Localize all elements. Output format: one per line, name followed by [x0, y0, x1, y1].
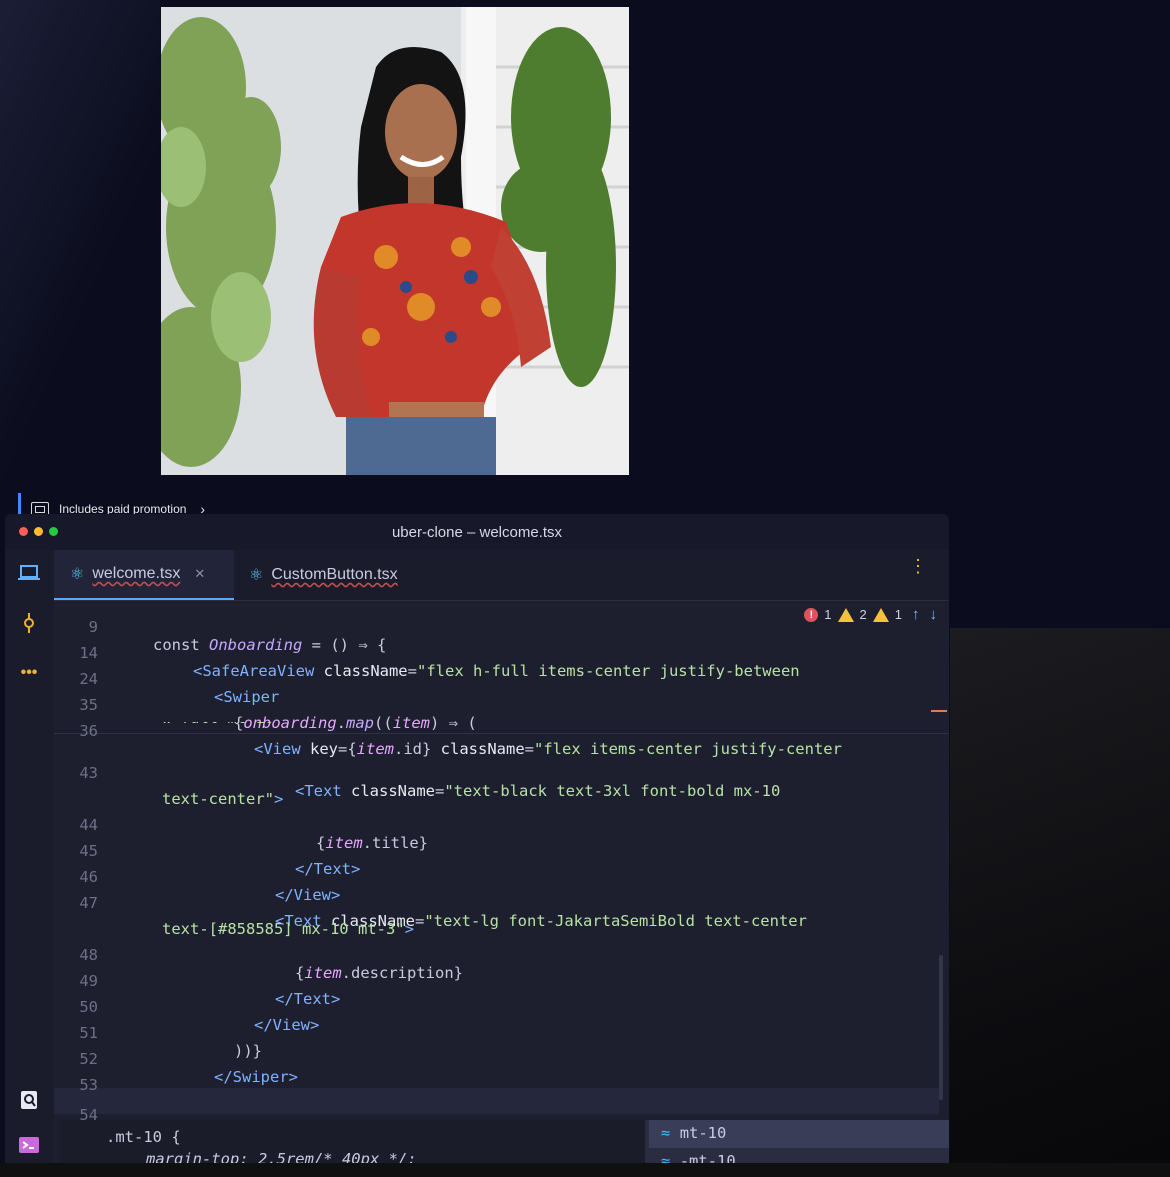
code-line: 47 <Text className="text-lg font-Jakarta… [54, 876, 949, 930]
code-line-partial: w-full mt-10"> [54, 722, 949, 734]
tool-window-bar: ••• [5, 550, 54, 1164]
commit-icon[interactable] [17, 613, 41, 635]
code-line: 44 {item.title} [54, 798, 949, 852]
window-title: uber-clone – welcome.tsx [391, 523, 563, 541]
tab-welcome[interactable]: ⚛ welcome.tsx ✕ [54, 550, 234, 600]
autocomplete-item[interactable]: ≈ mt-10 [661, 1124, 726, 1142]
code-line: 35 {onboarding.map((item) ⇒ ( [54, 678, 949, 732]
code-line: text-[#858585] mx-10 mt-3"> [54, 902, 949, 938]
code-line: 50 </View> [54, 980, 949, 1034]
title-bar: uber-clone – welcome.tsx [5, 514, 949, 550]
css-rule: margin-top: 2.5rem/* 40px */; [146, 1150, 417, 1164]
window-controls [19, 527, 58, 536]
code-line: 52 </Swiper> [54, 1032, 949, 1086]
maximize-window-button[interactable] [49, 527, 58, 536]
editor-tabs: ⚛ welcome.tsx ✕ ⚛ CustomButton.tsx ⋮ [54, 550, 949, 601]
code-line: 45 </Text> [54, 824, 949, 878]
presenter-photo [161, 7, 629, 475]
background-blur [950, 628, 1170, 1163]
code-text: w-full mt-10"> [162, 722, 293, 727]
code-line: 43 <Text className="text-black text-3xl … [54, 746, 949, 800]
close-window-button[interactable] [19, 527, 28, 536]
code-line: 46 </View> [54, 850, 949, 904]
css-documentation-popup: .mt-10 { margin-top: 2.5rem/* 40px */; [60, 1120, 645, 1164]
tailwind-icon: ≈ [661, 1124, 671, 1142]
more-actions-icon[interactable]: ⋮ [909, 557, 927, 575]
css-selector: .mt-10 { [106, 1128, 181, 1146]
code-line: text-center"> [54, 772, 949, 808]
code-line: 14 <SafeAreaView className="flex h-full … [54, 626, 949, 680]
code-line: 49 </Text> [54, 954, 949, 1008]
autocomplete-item-label: mt-10 [679, 1124, 727, 1142]
more-tools-icon[interactable]: ••• [17, 662, 41, 684]
code-editor[interactable]: ! 1 2 1 ↑ ↓ 9 const Onboarding = () ⇒ { … [54, 600, 949, 1164]
code-line: 48 {item.description} [54, 928, 949, 982]
code-line: 9 const Onboarding = () ⇒ { [54, 600, 949, 654]
search-icon[interactable] [17, 1090, 41, 1112]
tab-label: CustomButton.tsx [271, 566, 398, 583]
code-line: 53 [54, 1058, 949, 1094]
project-icon[interactable] [17, 564, 41, 586]
ide-window: uber-clone – welcome.tsx ••• ⚛ welcome.t… [5, 514, 949, 1164]
react-file-icon: ⚛ [249, 567, 264, 584]
tab-label: welcome.tsx [92, 565, 181, 582]
tab-custombutton[interactable]: ⚛ CustomButton.tsx [249, 550, 398, 600]
code-line-current: 54 <CustomButton title="Next" className=… [54, 1088, 949, 1142]
autocomplete-list[interactable]: ≈ mt-10 ≈ -mt-10 [645, 1120, 949, 1164]
code-line: 51 ))} [54, 1006, 949, 1060]
close-tab-icon[interactable]: ✕ [194, 566, 205, 582]
code-line: 24 <Swiper [54, 652, 949, 706]
terminal-icon[interactable] [17, 1136, 41, 1158]
react-file-icon: ⚛ [70, 566, 85, 583]
background-diagonal [0, 0, 160, 480]
minimize-window-button[interactable] [34, 527, 43, 536]
bottom-edge [0, 1163, 1170, 1177]
